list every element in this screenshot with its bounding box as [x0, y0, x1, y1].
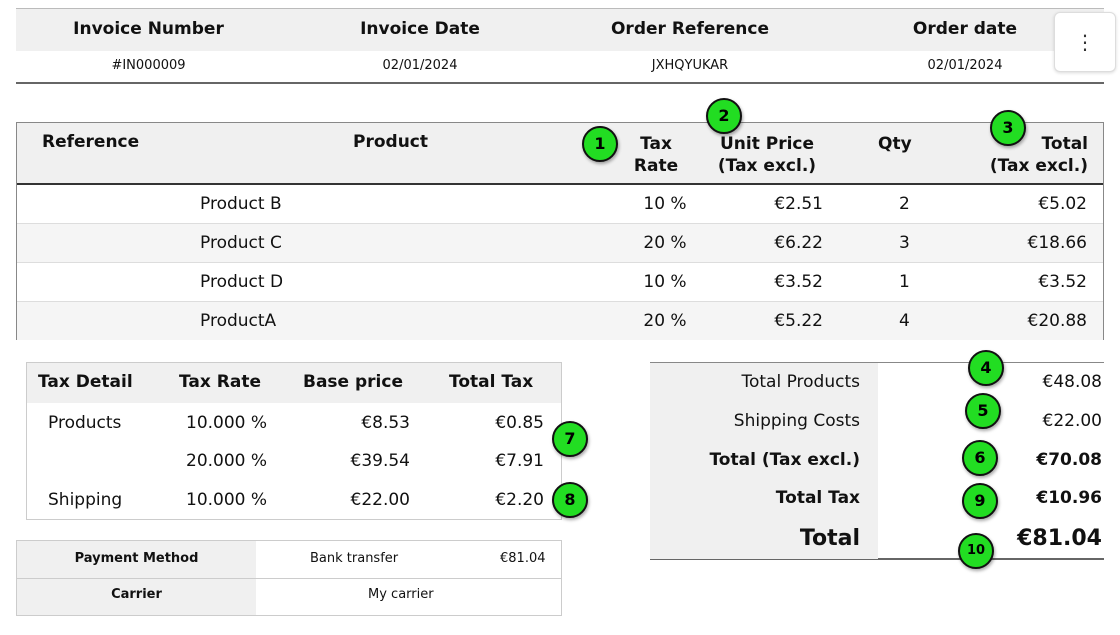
col-reference: Reference: [42, 132, 140, 152]
tax-row-tax: €7.91: [495, 451, 544, 471]
row-qty: 1: [899, 272, 910, 292]
order-date-value: 02/01/2024: [927, 58, 1003, 73]
grand-total-label: Total: [799, 526, 860, 551]
invoice-date-header: Invoice Date: [360, 19, 480, 39]
row-total: €18.66: [1027, 233, 1087, 253]
tax-row-detail: Products: [48, 413, 122, 433]
col-tax-rate-line1: Tax: [640, 134, 672, 154]
annotation-badge-5: 5: [965, 393, 1001, 429]
table-row: Product C 20 % €6.22 3 €18.66: [17, 224, 1103, 263]
total-products-value: €48.08: [1042, 372, 1102, 392]
shipping-costs-value: €22.00: [1042, 411, 1102, 431]
tax-col-detail: Tax Detail: [38, 372, 133, 392]
col-total-line2: (Tax excl.): [989, 156, 1088, 176]
table-row: Product B 10 % €2.51 2 €5.02: [17, 185, 1103, 224]
tax-row-base: €8.53: [361, 413, 410, 433]
grand-total-value: €81.04: [1017, 526, 1102, 551]
annotation-badge-4: 4: [968, 350, 1004, 386]
total-products-label: Total Products: [741, 372, 860, 392]
col-unit-price-line2: (Tax excl.): [717, 156, 817, 176]
tax-row-detail: Shipping: [48, 490, 123, 510]
row-unit-price: €5.22: [774, 311, 823, 331]
annotation-badge-3: 3: [990, 110, 1026, 146]
annotation-badge-7: 7: [552, 421, 588, 457]
carrier-label: Carrier: [111, 587, 162, 602]
table-row: ProductA 20 % €5.22 4 €20.88: [17, 302, 1103, 340]
row-qty: 4: [899, 311, 910, 331]
row-product: Product B: [200, 194, 282, 214]
total-excl-label: Total (Tax excl.): [709, 450, 860, 470]
kebab-menu-icon: ⋮: [1075, 30, 1095, 54]
row-qty: 2: [899, 194, 910, 214]
col-tax-rate-line2: Rate: [633, 156, 679, 176]
tax-row-rate: 20.000 %: [186, 451, 268, 471]
row-tax-rate: 20 %: [643, 311, 687, 331]
more-options-button[interactable]: ⋮: [1054, 12, 1116, 72]
order-date-header: Order date: [912, 19, 1018, 39]
table-row: Product D 10 % €3.52 1 €3.52: [17, 263, 1103, 302]
row-total: €3.52: [1038, 272, 1087, 292]
products-table-header: [17, 123, 1103, 185]
col-qty: Qty: [878, 134, 912, 154]
shipping-costs-label: Shipping Costs: [733, 411, 860, 431]
tax-row-tax: €2.20: [495, 490, 544, 510]
total-tax-label: Total Tax: [775, 488, 860, 508]
tax-col-rate: Tax Rate: [179, 372, 261, 392]
annotation-badge-2: 2: [706, 98, 742, 134]
row-product: Product D: [200, 272, 284, 292]
annotation-badge-6: 6: [962, 440, 998, 476]
row-tax-rate: 10 %: [643, 194, 687, 214]
row-product: Product C: [200, 233, 282, 253]
col-tax-rate: Tax Rate: [620, 133, 692, 177]
tax-row-tax: €0.85: [495, 413, 544, 433]
order-reference-header: Order Reference: [610, 19, 769, 39]
invoice-date-value: 02/01/2024: [382, 58, 458, 73]
row-unit-price: €6.22: [774, 233, 823, 253]
row-unit-price: €2.51: [774, 194, 823, 214]
invoice-number-header: Invoice Number: [73, 19, 224, 39]
tax-col-total: Total Tax: [449, 372, 534, 392]
row-tax-rate: 20 %: [643, 233, 687, 253]
invoice-number-value: #IN000009: [111, 58, 186, 73]
carrier-value: My carrier: [368, 587, 434, 602]
payment-method-amount: €81.04: [500, 551, 546, 566]
payment-method-label: Payment Method: [74, 551, 199, 566]
annotation-badge-10: 10: [958, 533, 994, 569]
payment-method-value: Bank transfer: [310, 551, 399, 566]
tax-col-base: Base price: [303, 372, 403, 392]
annotation-badge-9: 9: [962, 483, 998, 519]
total-tax-value: €10.96: [1036, 488, 1102, 508]
tax-row-rate: 10.000 %: [186, 490, 268, 510]
tax-row-base: €22.00: [350, 490, 410, 510]
row-total: €5.02: [1038, 194, 1087, 214]
tax-row-base: €39.54: [350, 451, 410, 471]
annotation-badge-1: 1: [582, 126, 618, 162]
row-product: ProductA: [200, 311, 277, 331]
order-reference-value: JXHQYUKAR: [651, 58, 729, 73]
row-qty: 3: [899, 233, 910, 253]
col-unit-price-line1: Unit Price: [719, 134, 815, 154]
total-excl-value: €70.08: [1036, 450, 1102, 470]
annotation-badge-8: 8: [552, 482, 588, 518]
col-product: Product: [353, 132, 428, 152]
row-tax-rate: 10 %: [643, 272, 687, 292]
tax-row-rate: 10.000 %: [186, 413, 268, 433]
col-unit-price: Unit Price (Tax excl.): [702, 133, 832, 177]
row-total: €20.88: [1027, 311, 1087, 331]
header-divider: [16, 82, 1104, 84]
row-unit-price: €3.52: [774, 272, 823, 292]
